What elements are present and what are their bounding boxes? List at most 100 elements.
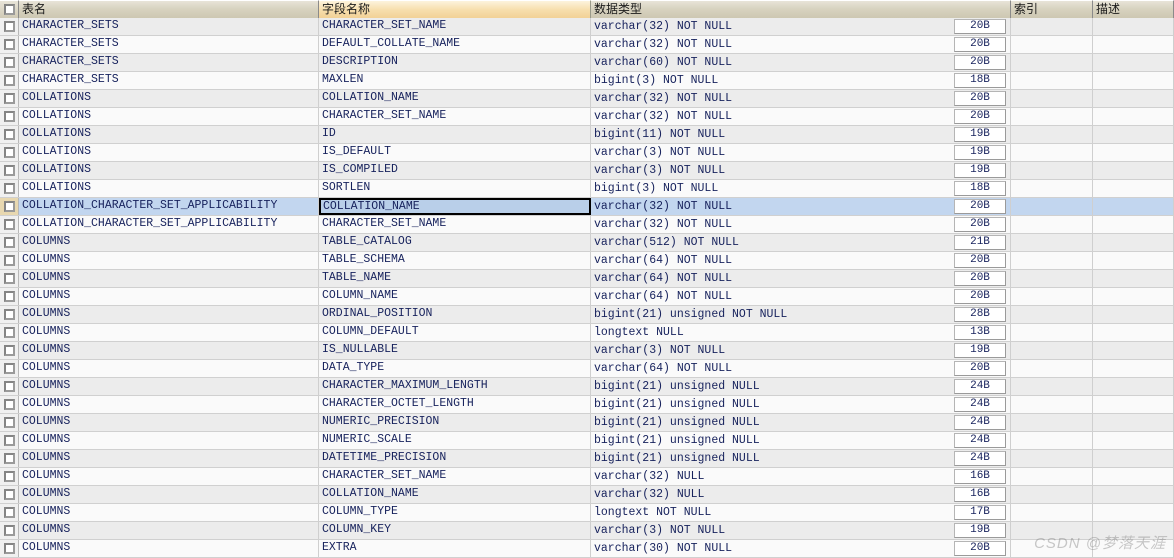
checkbox-icon[interactable] <box>3 273 15 284</box>
cell-field[interactable]: COLLATION_NAME <box>319 486 591 503</box>
cell-field[interactable]: CHARACTER_SET_NAME <box>319 18 591 35</box>
cell-desc[interactable] <box>1093 360 1174 377</box>
cell-table[interactable]: COLUMNS <box>19 396 319 413</box>
cell-desc[interactable] <box>1093 54 1174 71</box>
cell-table[interactable]: COLUMNS <box>19 486 319 503</box>
cell-desc[interactable] <box>1093 252 1174 269</box>
cell-desc[interactable] <box>1093 468 1174 485</box>
cell-type[interactable]: bigint(21) unsigned NULL 24B <box>591 414 1011 431</box>
cell-desc[interactable] <box>1093 72 1174 89</box>
table-row[interactable]: COLUMNS COLUMN_NAME varchar(64) NOT NULL 20… <box>0 288 1174 306</box>
table-row[interactable]: COLUMNS CHARACTER_MAXIMUM_LENGTH bigint(21… <box>0 378 1174 396</box>
table-row[interactable]: CHARACTER_SETS DESCRIPTION varchar(60) NOT… <box>0 54 1174 72</box>
cell-table[interactable]: COLUMNS <box>19 522 319 539</box>
cell-table[interactable]: COLLATION_CHARACTER_SET_APPLICABILITY <box>19 198 319 215</box>
cell-field[interactable]: COLUMN_TYPE <box>319 504 591 521</box>
cell-index[interactable] <box>1011 216 1093 233</box>
cell-field[interactable]: DATETIME_PRECISION <box>319 450 591 467</box>
cell-type[interactable]: varchar(3) NOT NULL 19B <box>591 144 1011 161</box>
row-select-checkbox[interactable] <box>0 18 19 35</box>
cell-index[interactable] <box>1011 108 1093 125</box>
table-row[interactable]: COLLATION_CHARACTER_SET_APPLICABILITY CHA… <box>0 216 1174 234</box>
cell-index[interactable] <box>1011 522 1093 539</box>
row-select-checkbox[interactable] <box>0 144 19 161</box>
row-select-checkbox[interactable] <box>0 72 19 89</box>
column-header-index[interactable]: 索引 <box>1011 0 1093 18</box>
cell-table[interactable]: COLUMNS <box>19 468 319 485</box>
row-select-checkbox[interactable] <box>0 504 19 521</box>
cell-field[interactable]: COLLATION_NAME <box>319 198 591 215</box>
cell-index[interactable] <box>1011 540 1093 557</box>
row-select-checkbox[interactable] <box>0 324 19 341</box>
cell-field[interactable]: DESCRIPTION <box>319 54 591 71</box>
cell-index[interactable] <box>1011 342 1093 359</box>
cell-table[interactable]: COLLATION_CHARACTER_SET_APPLICABILITY <box>19 216 319 233</box>
checkbox-icon[interactable] <box>3 57 15 68</box>
cell-table[interactable]: COLLATIONS <box>19 90 319 107</box>
table-row[interactable]: CHARACTER_SETS DEFAULT_COLLATE_NAME varcha… <box>0 36 1174 54</box>
checkbox-icon[interactable] <box>3 255 15 266</box>
row-select-checkbox[interactable] <box>0 432 19 449</box>
checkbox-icon[interactable] <box>3 93 15 104</box>
cell-field[interactable]: SORTLEN <box>319 180 591 197</box>
table-row[interactable]: COLLATIONS COLLATION_NAME varchar(32) NOT … <box>0 90 1174 108</box>
cell-field[interactable]: TABLE_SCHEMA <box>319 252 591 269</box>
cell-desc[interactable] <box>1093 324 1174 341</box>
cell-index[interactable] <box>1011 324 1093 341</box>
row-select-checkbox[interactable] <box>0 450 19 467</box>
cell-index[interactable] <box>1011 36 1093 53</box>
row-select-checkbox[interactable] <box>0 414 19 431</box>
cell-index[interactable] <box>1011 468 1093 485</box>
cell-field[interactable]: EXTRA <box>319 540 591 557</box>
table-row[interactable]: COLUMNS EXTRA varchar(30) NOT NULL 20B <box>0 540 1174 558</box>
row-select-checkbox[interactable] <box>0 126 19 143</box>
table-row[interactable]: COLLATIONS IS_COMPILED varchar(3) NOT NULL… <box>0 162 1174 180</box>
table-row[interactable]: COLUMNS ORDINAL_POSITION bigint(21) unsign… <box>0 306 1174 324</box>
cell-index[interactable] <box>1011 414 1093 431</box>
row-select-checkbox[interactable] <box>0 396 19 413</box>
checkbox-icon[interactable] <box>3 75 15 86</box>
column-header-table[interactable]: 表名 <box>19 0 319 18</box>
cell-index[interactable] <box>1011 432 1093 449</box>
table-row[interactable]: COLUMNS DATETIME_PRECISION bigint(21) unsi… <box>0 450 1174 468</box>
checkbox-icon[interactable] <box>3 327 15 338</box>
cell-index[interactable] <box>1011 72 1093 89</box>
column-header-field[interactable]: 字段名称 <box>319 0 591 18</box>
cell-type[interactable]: bigint(3) NOT NULL 18B <box>591 72 1011 89</box>
cell-type[interactable]: bigint(21) unsigned NOT NULL 28B <box>591 306 1011 323</box>
cell-desc[interactable] <box>1093 108 1174 125</box>
table-row[interactable]: COLUMNS NUMERIC_SCALE bigint(21) unsigned … <box>0 432 1174 450</box>
cell-desc[interactable] <box>1093 126 1174 143</box>
table-row[interactable]: COLLATIONS CHARACTER_SET_NAME varchar(32) … <box>0 108 1174 126</box>
cell-desc[interactable] <box>1093 162 1174 179</box>
row-select-checkbox[interactable] <box>0 90 19 107</box>
cell-index[interactable] <box>1011 486 1093 503</box>
cell-desc[interactable] <box>1093 198 1174 215</box>
cell-desc[interactable] <box>1093 486 1174 503</box>
cell-index[interactable] <box>1011 90 1093 107</box>
cell-field[interactable]: CHARACTER_OCTET_LENGTH <box>319 396 591 413</box>
cell-table[interactable]: COLUMNS <box>19 324 319 341</box>
cell-index[interactable] <box>1011 270 1093 287</box>
checkbox-icon[interactable] <box>3 489 15 500</box>
cell-field[interactable]: CHARACTER_SET_NAME <box>319 468 591 485</box>
cell-table[interactable]: COLUMNS <box>19 288 319 305</box>
cell-table[interactable]: CHARACTER_SETS <box>19 36 319 53</box>
cell-desc[interactable] <box>1093 216 1174 233</box>
cell-type[interactable]: varchar(512) NOT NULL 21B <box>591 234 1011 251</box>
cell-desc[interactable] <box>1093 378 1174 395</box>
cell-field[interactable]: MAXLEN <box>319 72 591 89</box>
cell-type[interactable]: bigint(21) unsigned NULL 24B <box>591 378 1011 395</box>
cell-type[interactable]: varchar(32) NOT NULL 20B <box>591 18 1011 35</box>
cell-table[interactable]: COLUMNS <box>19 504 319 521</box>
table-row[interactable]: COLUMNS DATA_TYPE varchar(64) NOT NULL 20B <box>0 360 1174 378</box>
checkbox-icon[interactable] <box>3 4 15 15</box>
cell-desc[interactable] <box>1093 342 1174 359</box>
row-select-checkbox[interactable] <box>0 288 19 305</box>
cell-index[interactable] <box>1011 162 1093 179</box>
cell-type[interactable]: bigint(11) NOT NULL 19B <box>591 126 1011 143</box>
select-all-checkbox-header[interactable] <box>0 0 19 18</box>
cell-type[interactable]: varchar(32) NULL 16B <box>591 468 1011 485</box>
table-row[interactable]: COLLATION_CHARACTER_SET_APPLICABILITY COL… <box>0 198 1174 216</box>
cell-field[interactable]: ID <box>319 126 591 143</box>
